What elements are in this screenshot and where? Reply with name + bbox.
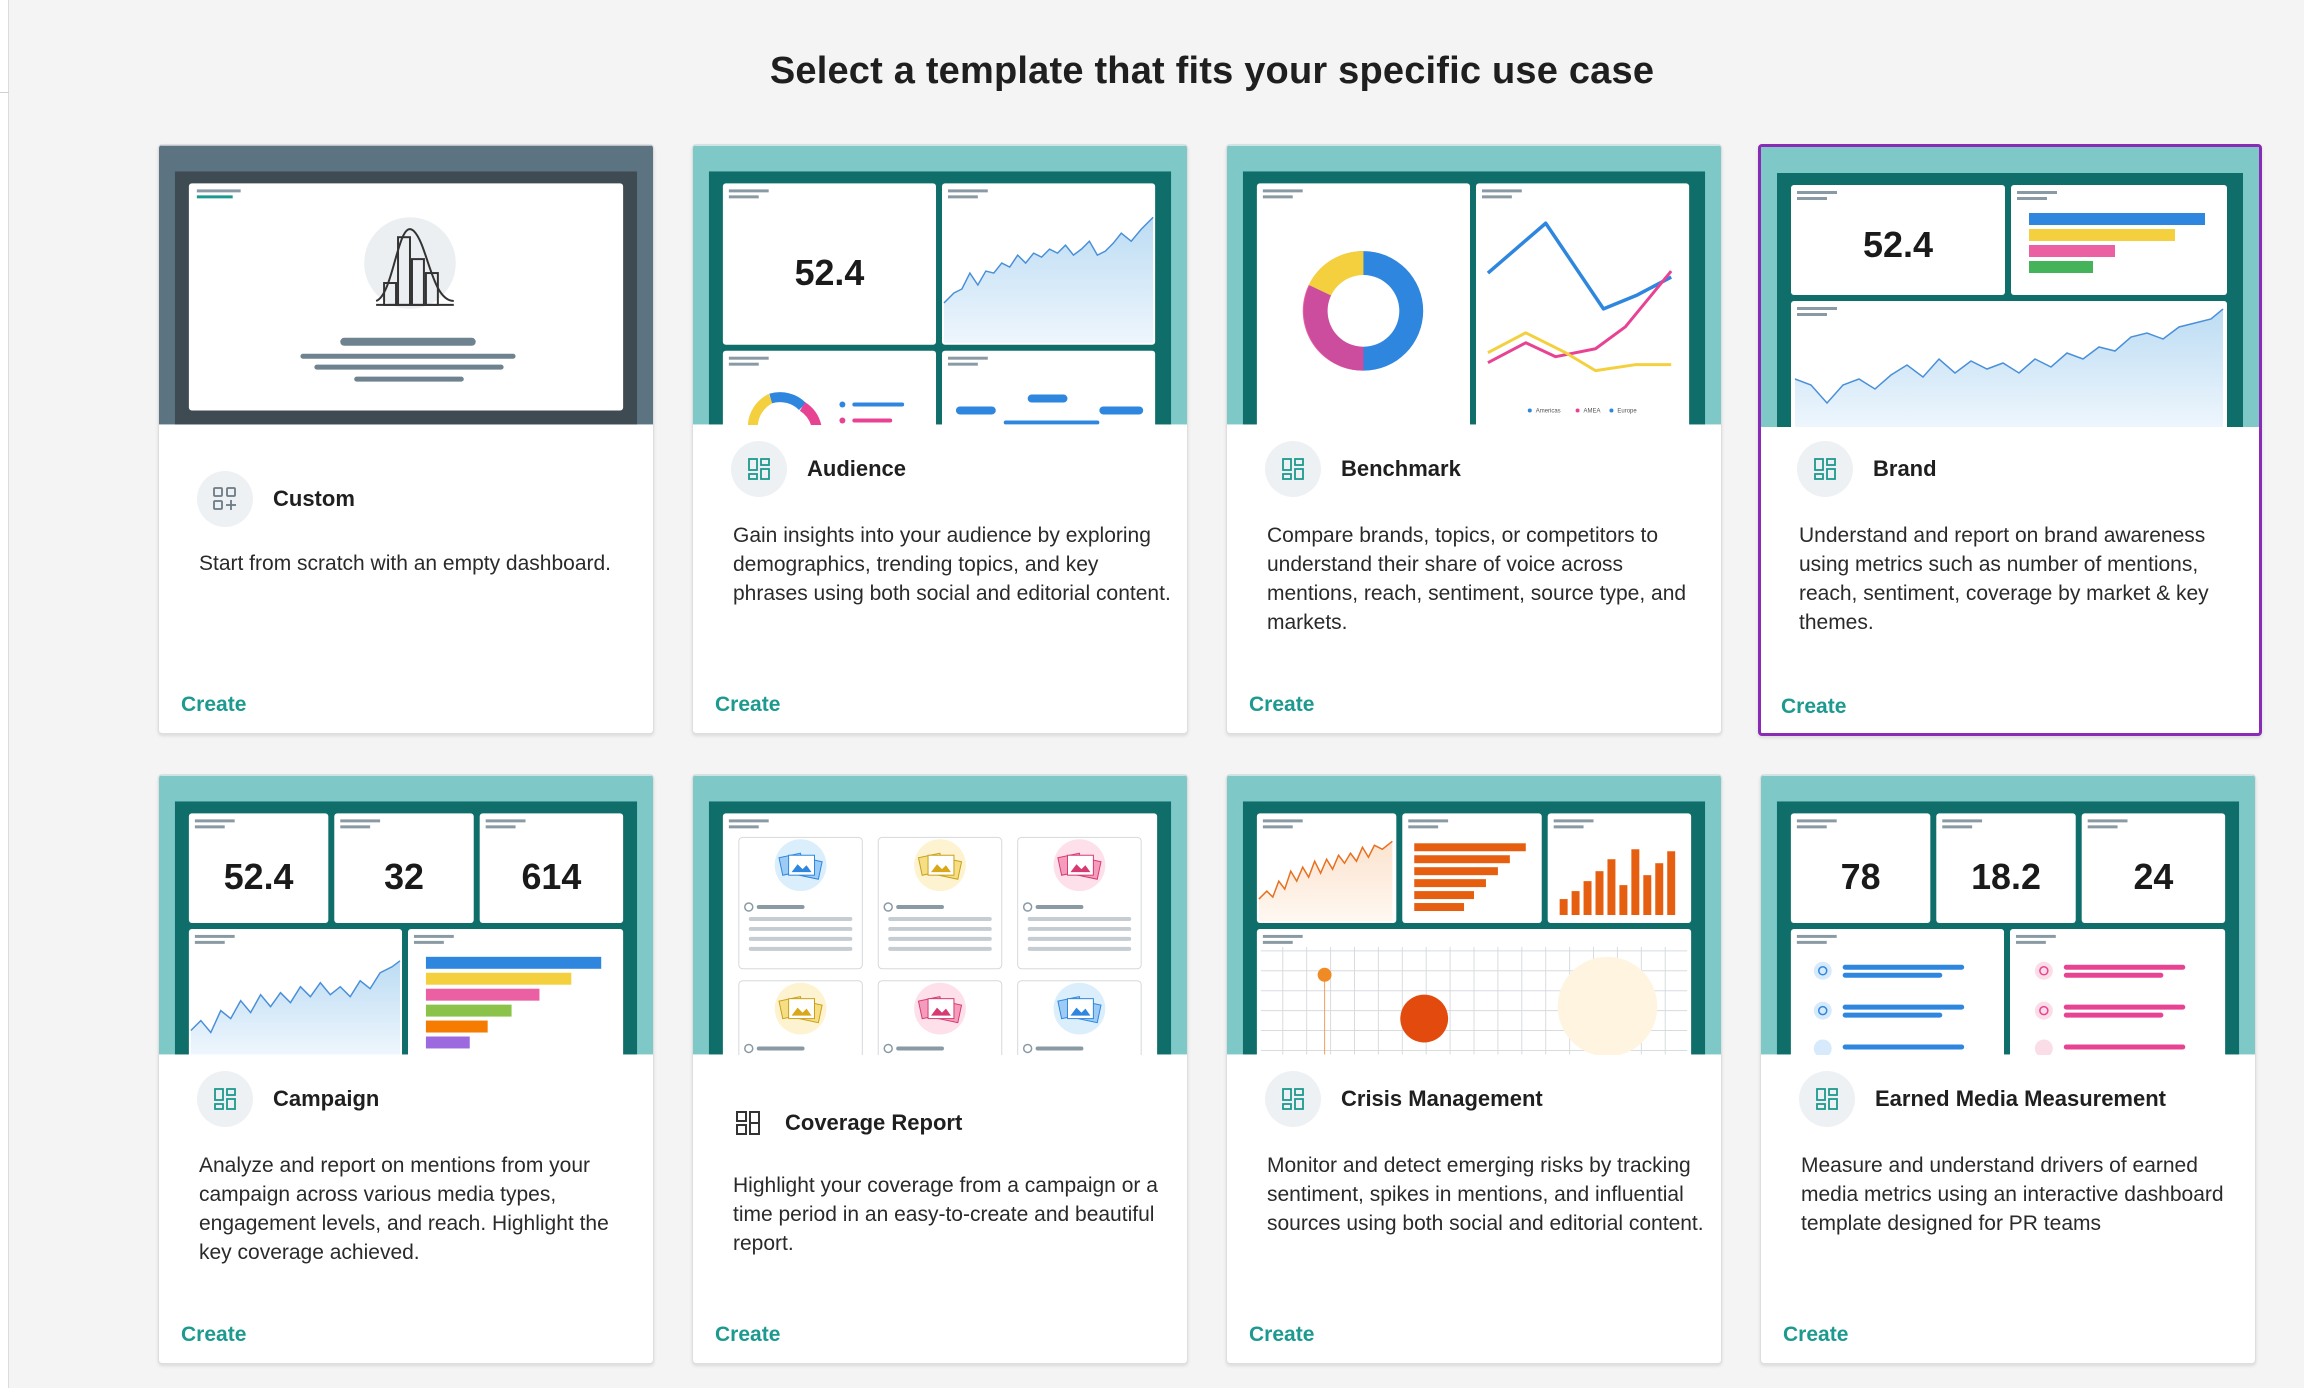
template-description: Analyze and report on mentions from your… [199, 1154, 609, 1264]
page-title: Select a template that fits your specifi… [769, 50, 1655, 92]
dashboard-icon [1797, 441, 1853, 497]
create-button[interactable]: Create [715, 1323, 780, 1347]
preview-metric: 614 [522, 857, 582, 897]
template-header: Benchmark [1265, 441, 1461, 497]
create-button[interactable]: Create [715, 693, 780, 717]
template-header: Audience [731, 441, 906, 497]
template-card-coverage-report[interactable]: Coverage Report Highlight your coverage … [692, 774, 1188, 1364]
template-description: Gain insights into your audience by expl… [733, 524, 1171, 605]
report-icon [733, 1095, 763, 1151]
template-title: Benchmark [1341, 456, 1461, 481]
template-card-custom[interactable]: Custom Start from scratch with an empty … [158, 144, 654, 734]
template-description: Measure and understand drivers of earned… [1801, 1154, 2224, 1235]
dashboard-icon [1799, 1071, 1855, 1127]
template-header: Earned Media Measurement [1799, 1071, 2166, 1127]
template-card-earned-media-measurement[interactable]: 78 18.2 24 Earned Media Measurement Meas… [1760, 774, 2256, 1364]
dashboard-icon [1265, 441, 1321, 497]
dashboard-icon [731, 441, 787, 497]
dashboard-icon [197, 1071, 253, 1127]
create-button[interactable]: Create [1249, 693, 1314, 717]
template-description: Highlight your coverage from a campaign … [733, 1174, 1158, 1255]
preview-metric: 32 [384, 857, 424, 897]
create-button[interactable]: Create [1781, 695, 1846, 719]
template-preview-campaign: 52.4 32 614 [159, 775, 653, 1055]
template-header: Coverage Report [733, 1095, 962, 1151]
template-card-audience[interactable]: 52.4 Audience Gain insights into your au… [692, 144, 1188, 734]
template-card-benchmark[interactable]: Americas AMEA Europe Benchmark Compare b… [1226, 144, 1722, 734]
template-description: Understand and report on brand awareness… [1799, 524, 2209, 634]
preview-metric: 24 [2133, 857, 2173, 897]
preview-legend-item: Europe [1617, 408, 1637, 414]
template-card-brand[interactable]: 52.4 Brand Understand and report on bran… [1758, 144, 2262, 736]
dashboard-icon [1265, 1071, 1321, 1127]
preview-legend-item: AMEA [1584, 408, 1601, 414]
add-widget-icon [197, 471, 253, 527]
left-panel-edge [0, 0, 9, 1388]
create-button[interactable]: Create [1783, 1323, 1848, 1347]
create-button[interactable]: Create [1249, 1323, 1314, 1347]
template-preview-benchmark: Americas AMEA Europe [1227, 145, 1721, 425]
template-title: Coverage Report [785, 1110, 963, 1135]
template-title: Audience [807, 456, 907, 481]
template-preview-brand: 52.4 [1761, 147, 2259, 427]
template-title: Earned Media Measurement [1875, 1086, 2166, 1111]
preview-metric: 52.4 [1863, 224, 1933, 265]
template-card-crisis-management[interactable]: Crisis Management Monitor and detect eme… [1226, 774, 1722, 1364]
template-title: Crisis Management [1341, 1086, 1543, 1111]
template-description: Start from scratch with an empty dashboa… [199, 552, 612, 575]
template-description: Monitor and detect emerging risks by tra… [1267, 1154, 1704, 1235]
preview-legend-item: Americas [1536, 408, 1561, 414]
template-card-campaign[interactable]: 52.4 32 614 Campaign Analyze and report [158, 774, 654, 1364]
template-title: Custom [273, 486, 355, 511]
create-button[interactable]: Create [181, 1323, 246, 1347]
preview-metric: 52.4 [224, 857, 294, 897]
create-button[interactable]: Create [181, 693, 246, 717]
preview-metric: 78 [1841, 857, 1881, 897]
template-title: Brand [1873, 456, 1937, 481]
template-header: Crisis Management [1265, 1071, 1543, 1127]
template-header: Brand [1797, 441, 1937, 497]
template-preview-coverage-report [693, 775, 1187, 1055]
template-preview-custom [159, 145, 653, 425]
template-preview-crisis-management [1227, 775, 1721, 1055]
template-preview-earned-media-measurement: 78 18.2 24 [1761, 775, 2255, 1055]
template-header: Custom [197, 471, 355, 527]
template-header: Campaign [197, 1071, 379, 1127]
preview-metric: 18.2 [1971, 857, 2041, 897]
preview-metric: 52.4 [795, 253, 865, 293]
template-title: Campaign [273, 1086, 380, 1111]
template-preview-audience: 52.4 [693, 145, 1187, 425]
template-description: Compare brands, topics, or competitors t… [1267, 524, 1687, 634]
